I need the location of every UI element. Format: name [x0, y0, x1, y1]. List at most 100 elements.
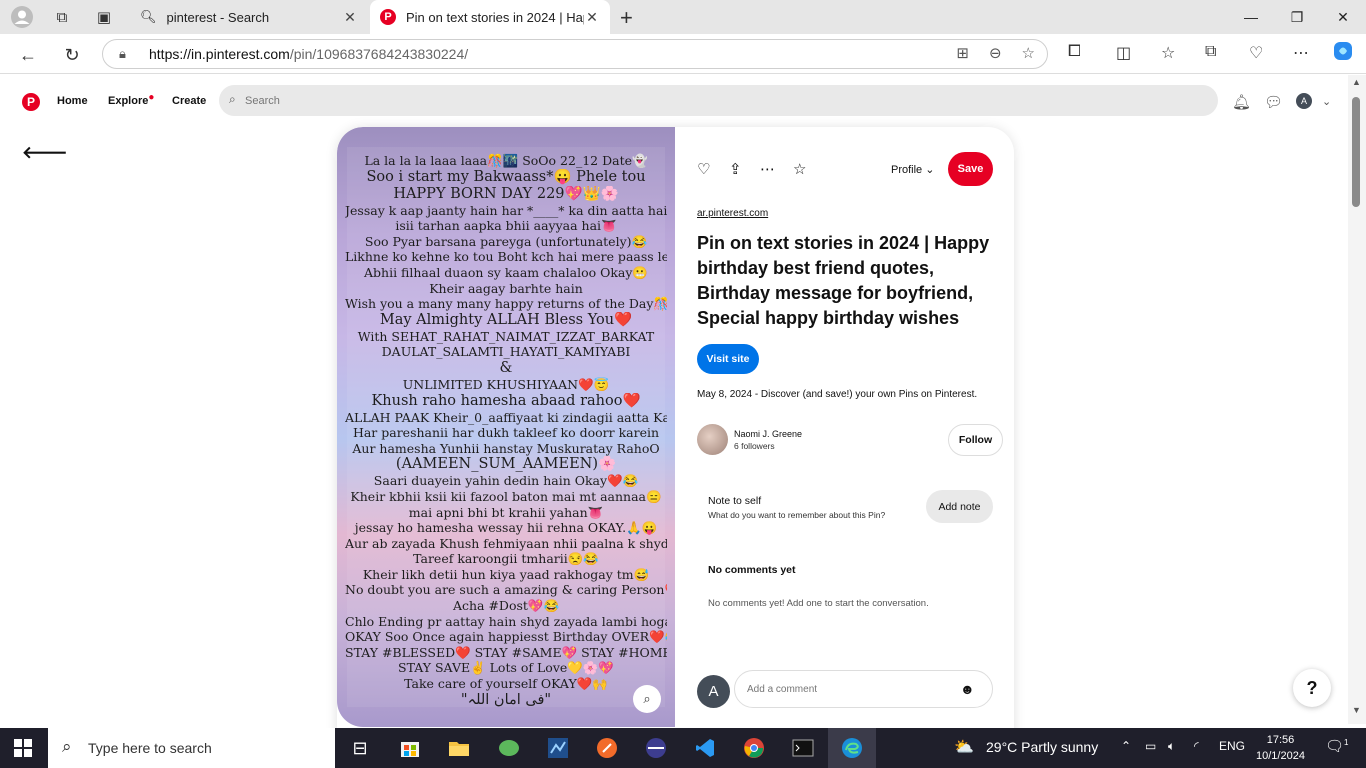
browser-essentials-icon[interactable]: ♡ [1249, 43, 1263, 63]
workspaces-icon[interactable]: ⧉ [42, 0, 82, 34]
task-view-icon[interactable]: ⊟ [346, 734, 374, 762]
windows-start-icon[interactable] [14, 739, 32, 762]
favorites-icon[interactable]: ☆ [1161, 43, 1175, 63]
share-icon[interactable]: ⇪ [729, 160, 742, 178]
file-explorer-icon[interactable] [445, 734, 473, 762]
tab-pinterest-search[interactable]: 🔍︎ pinterest - Search ✕ [130, 0, 368, 34]
help-button[interactable]: ? [1293, 669, 1331, 707]
emoji-icon[interactable]: ☻ [960, 681, 975, 697]
extensions-icon[interactable]: ⧠ [1068, 43, 1081, 61]
taskbar-search-placeholder: Type here to search [88, 740, 212, 756]
orange-pen-app-icon[interactable] [593, 734, 621, 762]
notifications-bell-icon[interactable]: 🔔︎ [1232, 93, 1251, 111]
pin-image-text-line: Take care of yourself OKAY❤️🙌 [404, 676, 608, 692]
nav-explore[interactable]: Explore● [108, 92, 155, 107]
pin-image-text-line: Soo i start my Bakwaass*😛 Phele tou [366, 168, 646, 185]
chevron-down-icon[interactable]: ⌄ [1322, 95, 1331, 108]
heart-icon[interactable]: ♡ [697, 160, 710, 178]
save-button[interactable]: Save [948, 152, 993, 186]
pin-image-text-line: May Almighty ALLAH Bless You❤️ [379, 311, 633, 328]
chevron-up-icon[interactable]: ⌃ [1121, 739, 1131, 753]
page-scrollbar[interactable]: ▲ ▼ [1348, 75, 1366, 724]
clock[interactable]: 17:56 10/1/2024 [1256, 732, 1305, 764]
browser-tab-bar: ⧉ ▣ 🔍︎ pinterest - Search ✕ P Pin on tex… [0, 0, 1366, 34]
terminal-icon[interactable] [789, 734, 817, 762]
board-dropdown[interactable]: Profile ⌄ [891, 163, 934, 176]
pin-image-text-line: Aur ab zayada Khush fehmiyaan nhii paaln… [345, 535, 667, 551]
restore-button[interactable]: ❐ [1274, 0, 1320, 34]
nav-explore-label: Explore [108, 95, 149, 107]
notification-count: 1 [1344, 738, 1349, 747]
copilot-icon[interactable] [1333, 41, 1353, 66]
url-field[interactable]: 🔒︎ https://in.pinterest.com/pin/10968376… [102, 39, 1048, 69]
new-tab-button[interactable]: + [620, 5, 633, 31]
comment-input[interactable]: Add a comment [734, 670, 993, 708]
pin-image-text-line: HAPPY BORN DAY 229💖👑🌸 [393, 185, 619, 202]
weather-text[interactable]: 29°C Partly sunny [986, 739, 1098, 755]
pin-image-text-line: Likhne ko kehne ko tou Boht kch hai mere… [345, 249, 667, 265]
green-app-icon[interactable] [495, 734, 523, 762]
tab-pin-page[interactable]: P Pin on text stories in 2024 | Happ ✕ [370, 0, 610, 34]
microsoft-store-icon[interactable] [396, 734, 424, 762]
pinterest-header: P Home Explore● Create ⌕ Search 🔔︎ 💬︎ ⌄ [0, 75, 1348, 127]
blue-chart-app-icon[interactable] [544, 734, 572, 762]
more-options-icon[interactable]: ⋯ [1293, 43, 1309, 63]
source-link[interactable]: ar.pinterest.com [697, 208, 768, 219]
follow-button[interactable]: Follow [948, 424, 1003, 456]
add-note-button[interactable]: Add note [926, 490, 993, 523]
url-path: /pin/1096837684243830224/ [289, 46, 469, 62]
pin-image-text-line: DAULAT_SALAMTI_HAYATI_KAMIYABI [381, 344, 631, 360]
close-icon[interactable]: ✕ [342, 9, 358, 26]
my-avatar: A [697, 675, 730, 708]
back-button[interactable]: ← [15, 42, 41, 68]
split-screen-icon[interactable]: ◫ [1116, 43, 1131, 63]
close-icon[interactable]: ✕ [584, 9, 600, 26]
pinterest-logo-icon[interactable]: P [22, 93, 40, 111]
visual-search-lens-icon[interactable]: ⌕ [633, 685, 661, 713]
notification-dot-icon: ● [148, 92, 155, 103]
weather-icon[interactable]: ⛅ [954, 737, 974, 757]
minimize-button[interactable]: — [1228, 0, 1274, 34]
zoom-icon[interactable]: ⊖ [989, 44, 1002, 62]
language-indicator[interactable]: ENG [1219, 739, 1245, 753]
scroll-up-icon[interactable]: ▲ [1352, 77, 1361, 87]
edge-icon[interactable] [838, 734, 866, 762]
windows-taskbar: ⌕ Type here to search ⊟ ⛅ 29°C Partly su… [0, 728, 1366, 768]
notifications-icon[interactable]: 🗨︎1 [1325, 737, 1349, 755]
pin-image-text-line: Tareef karoongii tmharii😒😂 [413, 551, 599, 567]
refresh-button[interactable]: ↻ [59, 42, 85, 68]
close-window-button[interactable]: ✕ [1320, 0, 1366, 34]
visit-site-button[interactable]: Visit site [697, 344, 759, 374]
taskbar-search-input[interactable]: ⌕ Type here to search [48, 728, 335, 768]
favorite-star-icon[interactable]: ☆ [1022, 44, 1035, 62]
creator-name[interactable]: Naomi J. Greene [734, 429, 802, 439]
creator-avatar[interactable] [697, 424, 728, 455]
nav-create[interactable]: Create [172, 95, 206, 107]
app-available-icon[interactable]: ⊞ [956, 44, 969, 62]
star-icon[interactable]: ☆ [793, 160, 806, 178]
battery-icon[interactable]: ▭ [1145, 739, 1156, 753]
search-icon: ⌕ [62, 737, 72, 756]
back-arrow-icon[interactable]: 🡐 [22, 143, 68, 163]
pin-image-text-line: "فی امان اللہ" [460, 691, 552, 708]
pin-image-text-line: STAY #BLESSED❤️ STAY #SAME💖 STAY #HOME😂 [345, 644, 667, 660]
more-icon[interactable]: ⋯ [760, 160, 775, 178]
disc-app-icon[interactable] [642, 734, 670, 762]
pinterest-search-input[interactable]: ⌕ Search [219, 85, 1218, 116]
vscode-icon[interactable] [691, 734, 719, 762]
scroll-down-icon[interactable]: ▼ [1352, 705, 1361, 715]
nav-home[interactable]: Home [57, 95, 88, 107]
tab-actions-icon[interactable]: ▣ [84, 0, 124, 34]
collections-icon[interactable]: ⧉ [1205, 43, 1216, 61]
chrome-icon[interactable] [740, 734, 768, 762]
pinterest-favicon-icon: P [380, 9, 396, 25]
volume-icon[interactable]: 🔈︎ [1168, 739, 1175, 754]
wifi-icon[interactable]: ◜ [1194, 739, 1199, 753]
user-avatar[interactable]: A [1296, 93, 1312, 109]
messages-icon[interactable]: 💬︎ [1264, 93, 1283, 111]
scrollbar-thumb[interactable] [1352, 97, 1360, 207]
comments-empty-text: No comments yet! Add one to start the co… [708, 598, 929, 609]
profile-icon[interactable] [2, 0, 42, 34]
pin-image[interactable]: La la la la laaa laaa🎊🌃 SoOo 22_12 Date👻… [337, 127, 675, 727]
pin-image-text-line: & [499, 359, 513, 376]
